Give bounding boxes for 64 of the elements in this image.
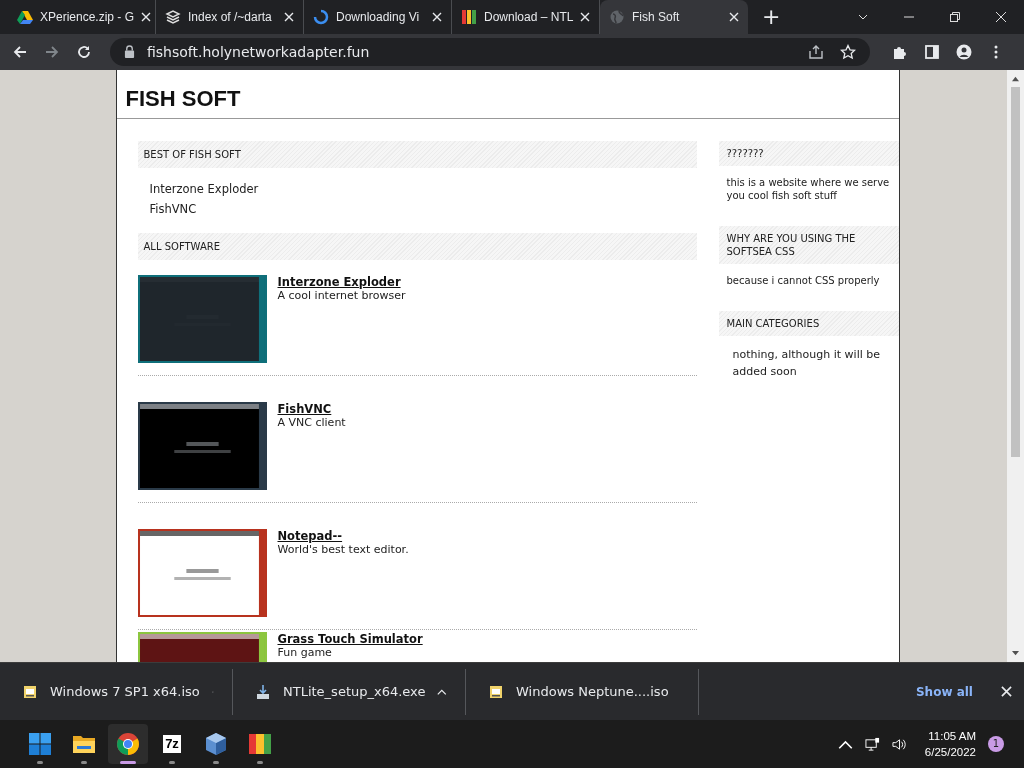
- software-description: World's best text editor.: [277, 542, 409, 556]
- sidebar-text: because i cannot CSS properly: [725, 273, 881, 287]
- sidebar-heading: MAIN CATEGORIES: [726, 316, 821, 330]
- site-title: FISH SOFT: [125, 85, 241, 111]
- address-bar[interactable]: fishsoft.holynetworkadapter.fun: [110, 37, 870, 66]
- browser-logo-icon: [116, 732, 140, 757]
- download-item[interactable]: Windows Neptune....iso: [466, 668, 699, 715]
- cube-icon: [204, 732, 228, 757]
- section-heading: ALL SOFTWARE: [143, 239, 221, 253]
- reload-icon[interactable]: [76, 43, 92, 60]
- software-link[interactable]: FishVNC: [277, 401, 346, 416]
- scroll-down-icon[interactable]: [1011, 649, 1020, 657]
- taskbar-app[interactable]: 7z: [152, 724, 192, 765]
- sidebar-text: nothing, although it will be added soon: [731, 346, 881, 381]
- download-item[interactable]: Windows 7 SP1 x64.iso: [0, 668, 233, 715]
- close-icon[interactable]: [995, 11, 1007, 23]
- notification-badge[interactable]: 1: [988, 736, 1004, 753]
- clock-date[interactable]: 6/25/2022: [924, 744, 976, 761]
- browser-tab[interactable]: Fish Soft: [600, 0, 748, 34]
- taskbar-app[interactable]: [108, 724, 148, 765]
- lock-icon: [124, 45, 135, 59]
- best-of-link[interactable]: Interzone Exploder: [149, 181, 685, 196]
- clock-time[interactable]: 11:05 AM: [928, 728, 976, 745]
- profile-icon[interactable]: [956, 43, 972, 60]
- sidebar-heading: ???????: [726, 146, 765, 160]
- share-icon[interactable]: [808, 43, 824, 60]
- network-icon[interactable]: [864, 736, 880, 752]
- new-tab-button[interactable]: +: [762, 6, 781, 28]
- disc-image-icon: [22, 683, 38, 700]
- software-link[interactable]: Grass Touch Simulator: [277, 631, 423, 646]
- section-heading: BEST OF FISH SOFT: [143, 147, 242, 161]
- colored-bars-icon: [248, 732, 272, 757]
- restore-icon[interactable]: [949, 11, 961, 23]
- triangle-logo-icon: [17, 9, 33, 25]
- sidebar-text: this is a website where we serve you cool fish soft stuff: [725, 175, 891, 202]
- software-description: A cool internet browser: [277, 288, 406, 302]
- close-icon[interactable]: [580, 12, 591, 22]
- globe-icon: [609, 9, 625, 25]
- sidebar-heading: WHY ARE YOU USING THE SOFTSEA CSS: [726, 231, 857, 258]
- back-arrow-icon[interactable]: [12, 43, 28, 60]
- software-link[interactable]: Interzone Exploder: [277, 274, 406, 289]
- star-icon[interactable]: [840, 43, 856, 60]
- close-icon[interactable]: [1001, 686, 1012, 698]
- stack-icon: [165, 9, 181, 25]
- close-icon[interactable]: [729, 12, 739, 22]
- software-link[interactable]: Notepad--: [277, 528, 409, 543]
- close-icon[interactable]: [141, 12, 152, 22]
- forward-arrow-icon[interactable]: [44, 43, 60, 60]
- volume-icon[interactable]: [891, 736, 907, 752]
- colored-bars-icon: [461, 9, 477, 25]
- scrollbar-thumb[interactable]: [1011, 86, 1020, 457]
- loading-spinner-icon: [313, 9, 329, 25]
- download-box-icon: [255, 683, 271, 700]
- disc-image-icon: [488, 683, 504, 700]
- close-icon[interactable]: [284, 12, 294, 22]
- scroll-up-icon[interactable]: [1011, 74, 1020, 82]
- close-icon[interactable]: [432, 12, 442, 22]
- show-all-link[interactable]: Show all: [915, 684, 973, 699]
- download-item[interactable]: NTLite_setup_x64.exe: [233, 668, 466, 715]
- software-description: A VNC client: [277, 415, 346, 429]
- best-of-link[interactable]: FishVNC: [149, 201, 685, 216]
- windows-logo-icon: [28, 732, 52, 757]
- side-panel-icon[interactable]: [924, 43, 940, 60]
- software-description: Fun game: [277, 645, 333, 659]
